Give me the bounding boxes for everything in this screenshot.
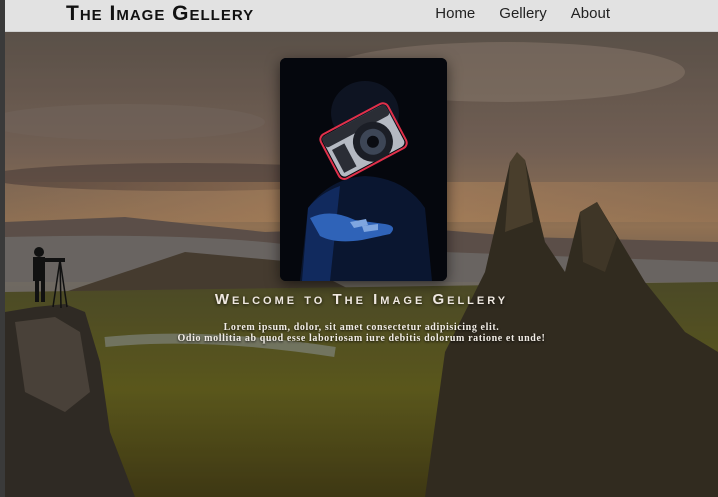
nav-link-gellery[interactable]: Gellery bbox=[487, 6, 559, 22]
description-line-2: Odio mollitia ab quod esse laboriosam iu… bbox=[177, 333, 546, 344]
nav-link-home[interactable]: Home bbox=[423, 6, 487, 22]
page: The Image Gellery Home Gellery About Wel… bbox=[0, 0, 718, 497]
hero-section: Welcome to The Image Gellery Lorem ipsum… bbox=[5, 32, 718, 497]
hero-description: Lorem ipsum, dolor, sit amet consectetur… bbox=[5, 322, 718, 344]
brand-logo[interactable]: The Image Gellery bbox=[66, 3, 254, 25]
navbar: The Image Gellery Home Gellery About bbox=[5, 0, 718, 32]
window-edge bbox=[0, 0, 5, 497]
nav-links: Home Gellery About bbox=[423, 6, 610, 22]
nav-link-about[interactable]: About bbox=[559, 6, 610, 22]
welcome-heading: Welcome to The Image Gellery bbox=[214, 291, 509, 308]
photographer-camera-image bbox=[280, 58, 447, 281]
description-line-1: Lorem ipsum, dolor, sit amet consectetur… bbox=[223, 322, 500, 333]
featured-photo[interactable] bbox=[280, 58, 447, 281]
